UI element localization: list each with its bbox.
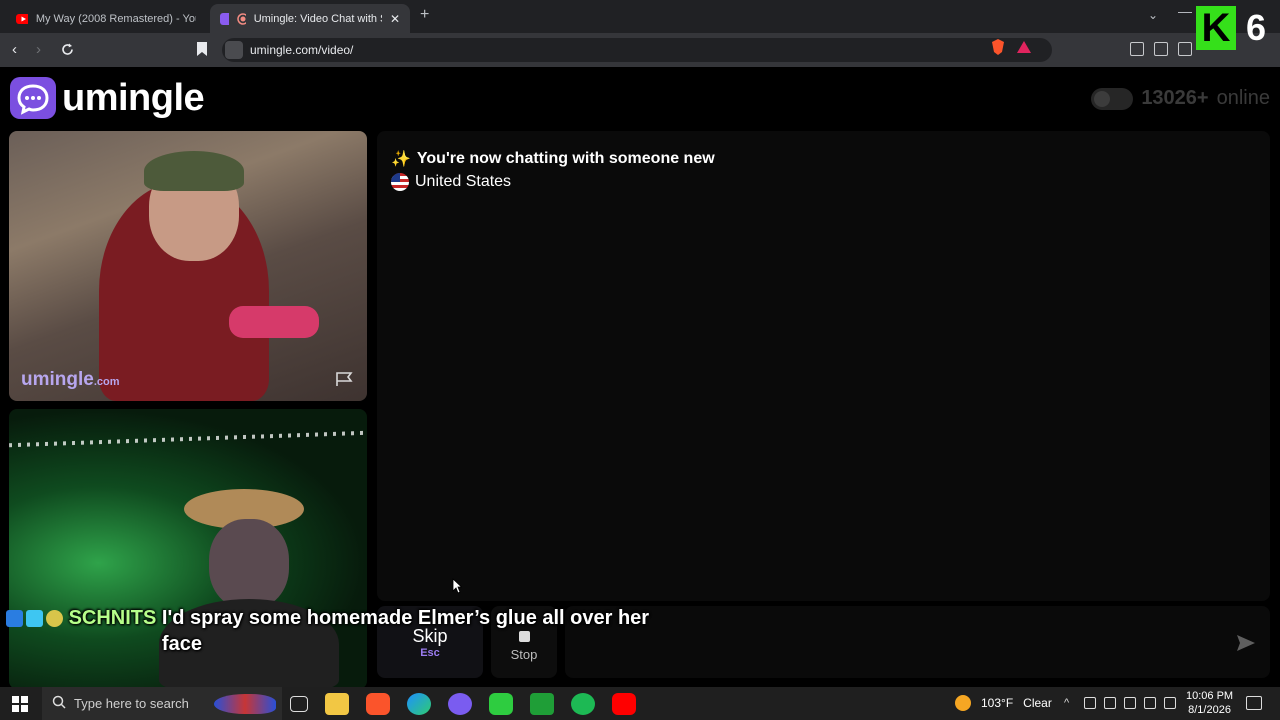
online-indicator: 13026+ online [1091, 87, 1270, 110]
chat-bubble-icon [10, 77, 56, 119]
address-bar[interactable]: umingle.com/video/ [222, 38, 1052, 62]
stranger-video: umingle.com [9, 131, 367, 401]
spotify-icon[interactable] [571, 693, 595, 715]
caption-username: SCHNITS [68, 607, 157, 629]
close-tab-icon[interactable]: ✕ [390, 12, 400, 26]
badge-icon [46, 610, 63, 628]
messenger-icon[interactable] [448, 693, 472, 715]
brave-rewards-icon[interactable] [1016, 39, 1032, 55]
stream-chat-caption: SCHNITS I'd spray some homemade Elmer’s … [6, 605, 706, 657]
umingle-page: umingle 13026+ online umingle.com ✨ You'… [0, 67, 1280, 689]
online-count: 13026+ [1141, 87, 1209, 109]
online-label: online [1216, 87, 1270, 109]
overlay-k: K [1196, 6, 1236, 50]
chat-log: ✨ You're now chatting with someone new U… [377, 131, 1270, 601]
stream-overlay-logo: K 6 [1196, 6, 1280, 50]
us-flag-icon [391, 173, 409, 191]
tab-search-chevron-icon[interactable]: ⌄ [1148, 8, 1158, 22]
string-lights [9, 430, 367, 448]
caption-message: I'd spray some homemade Elmer’s glue all… [161, 607, 650, 655]
weather-text: Clear [1023, 696, 1052, 710]
onedrive-icon[interactable] [1104, 697, 1116, 709]
network-icon[interactable] [1144, 697, 1156, 709]
youtube-app-icon[interactable] [612, 693, 636, 715]
search-placeholder: Type here to search [74, 696, 189, 711]
extensions-icon[interactable] [1130, 42, 1144, 56]
wallet-icon[interactable] [1178, 42, 1192, 56]
url-text: umingle.com/video/ [250, 43, 354, 57]
extension-icons [1130, 42, 1192, 56]
chat-country-text: United States [415, 173, 512, 190]
theme-toggle[interactable] [1091, 87, 1134, 110]
file-explorer-icon[interactable] [325, 693, 349, 715]
weather-widget[interactable]: 103°F Clear [955, 695, 1052, 711]
browser-tab-strip: My Way (2008 Remastered) - YouTube Uming… [0, 0, 1280, 33]
back-icon[interactable]: ‹ [12, 41, 17, 58]
browser-toolbar: ‹ › umingle.com/video/ [0, 33, 1280, 67]
taskbar-search[interactable]: Type here to search [42, 687, 282, 720]
send-icon[interactable] [1236, 634, 1256, 652]
forward-icon[interactable]: › [36, 41, 41, 58]
xbox-icon[interactable] [530, 693, 554, 715]
tab-umingle[interactable]: Umingle: Video Chat with Strangers ✕ [210, 4, 410, 33]
reload-icon[interactable] [60, 42, 75, 57]
tray-app-icon[interactable] [1084, 697, 1096, 709]
camera-permission-icon[interactable] [225, 41, 243, 59]
windows-taskbar: Type here to search 103°F Clear ^ 10:06 … [0, 687, 1280, 720]
brave-shields-group [990, 38, 1032, 56]
system-tray: ^ [1064, 697, 1176, 709]
youtube-icon [16, 13, 28, 24]
stranger-cap [144, 151, 244, 191]
minimize-window-icon[interactable]: — [1178, 3, 1192, 19]
task-view-icon[interactable] [290, 696, 308, 712]
umingle-tab-icon [220, 12, 229, 25]
weather-temp: 103°F [981, 696, 1014, 710]
volume-icon[interactable] [1164, 697, 1176, 709]
chat-status-text: You're now chatting with someone new [416, 150, 715, 167]
microphone [229, 306, 319, 338]
chat-status-line: ✨ You're now chatting with someone new [391, 149, 715, 169]
site-logo[interactable]: umingle [10, 77, 205, 119]
badge-icon [6, 610, 23, 628]
logo-text: umingle [62, 77, 205, 119]
pinned-apps [290, 693, 636, 715]
notification-center-icon[interactable] [1246, 696, 1262, 710]
new-tab-button[interactable]: + [420, 6, 429, 24]
clock-time: 10:06 PM [1186, 690, 1234, 702]
taskbar-clock[interactable]: 10:06 PM 8/1/2026 [1186, 689, 1233, 717]
sidebar-icon[interactable] [1154, 42, 1168, 56]
badge-icon [26, 610, 43, 628]
overlay-number: 6 [1246, 7, 1267, 48]
search-icon [52, 695, 66, 709]
moon-icon [955, 695, 971, 711]
chat-country-line: United States [391, 173, 511, 191]
search-highlight-image [214, 694, 276, 714]
self-head [209, 519, 289, 609]
mouse-cursor-icon [452, 578, 462, 594]
tab-title: My Way (2008 Remastered) - YouTube [35, 12, 196, 25]
clock-date: 8/1/2026 [1188, 704, 1231, 716]
umingle-watermark: umingle.com [21, 369, 120, 390]
recording-icon [237, 12, 246, 25]
brave-browser-icon[interactable] [366, 693, 390, 715]
microphone-icon[interactable] [1124, 697, 1136, 709]
tab-youtube[interactable]: My Way (2008 Remastered) - YouTube [6, 4, 206, 33]
sparkle-icon: ✨ [391, 151, 411, 168]
bookmark-icon[interactable] [196, 41, 208, 57]
edge-icon[interactable] [407, 693, 431, 715]
brave-shields-icon[interactable] [990, 38, 1006, 56]
report-flag-icon[interactable] [335, 371, 355, 387]
chevron-up-icon[interactable]: ^ [1064, 697, 1076, 709]
user-badges [6, 610, 63, 628]
kick-app-icon[interactable] [489, 693, 513, 715]
windows-start-icon[interactable] [12, 696, 28, 712]
tab-title: Umingle: Video Chat with Strangers [253, 12, 382, 25]
